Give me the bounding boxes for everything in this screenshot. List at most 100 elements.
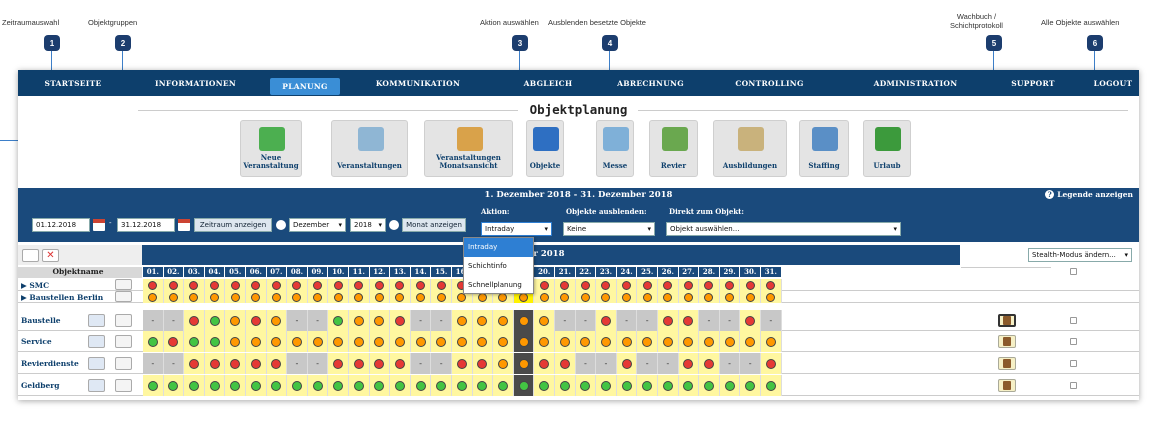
day-cell[interactable]	[555, 375, 576, 396]
day-cell[interactable]	[761, 279, 782, 291]
day-cell[interactable]	[369, 353, 391, 374]
day-cell[interactable]	[307, 331, 329, 352]
magnify-icon[interactable]	[115, 291, 132, 302]
day-cell[interactable]	[534, 291, 555, 303]
day-cell[interactable]	[616, 353, 638, 374]
nav-administration[interactable]: ADMINISTRATION	[868, 70, 963, 96]
day-cell[interactable]	[328, 279, 349, 291]
day-cell[interactable]	[349, 279, 370, 291]
cube-icon[interactable]	[88, 335, 105, 348]
day-cell[interactable]	[369, 279, 391, 291]
day-cell[interactable]	[266, 291, 288, 303]
day-cell[interactable]: -	[163, 310, 185, 331]
day-cell[interactable]	[596, 331, 617, 352]
magnify-icon[interactable]	[115, 314, 132, 327]
day-cell[interactable]	[493, 331, 514, 352]
day-cell[interactable]	[699, 291, 720, 303]
day-cell[interactable]	[225, 310, 246, 331]
logbook-icon[interactable]	[998, 335, 1016, 348]
logbook-icon[interactable]	[998, 314, 1016, 327]
day-cell[interactable]	[555, 291, 576, 303]
day-cell[interactable]	[266, 279, 288, 291]
tile-grid[interactable]: Messe	[596, 120, 634, 177]
day-cell[interactable]	[534, 375, 555, 396]
day-cell[interactable]	[555, 331, 576, 352]
row-label[interactable]: Geldberg	[21, 381, 59, 390]
view-icon[interactable]	[22, 249, 39, 262]
day-cell[interactable]	[410, 279, 432, 291]
date-from-input[interactable]: 01.12.2018	[32, 218, 90, 232]
day-cell[interactable]	[184, 310, 205, 331]
day-cell[interactable]	[637, 291, 658, 303]
row-label[interactable]: Revierdienste	[21, 359, 79, 368]
day-cell[interactable]	[699, 279, 720, 291]
day-cell[interactable]	[616, 291, 638, 303]
magnify-icon[interactable]	[115, 379, 132, 392]
nav-abgleich[interactable]: ABGLEICH	[518, 70, 578, 96]
logbook-icon[interactable]	[998, 379, 1016, 392]
day-cell[interactable]	[410, 291, 432, 303]
dropdown-option[interactable]: Schichtinfo	[464, 257, 533, 276]
day-cell[interactable]	[472, 353, 494, 374]
day-cell[interactable]	[184, 331, 205, 352]
tile-blueprint[interactable]: Veranstaltungen	[331, 120, 408, 177]
day-cell[interactable]	[761, 375, 782, 396]
day-cell[interactable]	[246, 375, 267, 396]
day-cell[interactable]	[390, 310, 411, 331]
day-cell[interactable]	[740, 279, 761, 291]
day-cell[interactable]	[534, 353, 555, 374]
day-cell[interactable]	[719, 279, 741, 291]
day-cell[interactable]	[452, 310, 473, 331]
day-cell[interactable]	[143, 279, 164, 291]
day-cell[interactable]	[225, 331, 246, 352]
day-cell[interactable]	[596, 310, 617, 331]
day-cell[interactable]: -	[410, 353, 432, 374]
day-cell[interactable]: -	[163, 353, 185, 374]
day-cell[interactable]	[143, 291, 164, 303]
day-cell[interactable]	[204, 310, 226, 331]
day-cell[interactable]	[163, 375, 185, 396]
nav-planung[interactable]: PLANUNG	[270, 78, 340, 95]
day-cell[interactable]	[719, 375, 741, 396]
day-cell[interactable]	[390, 291, 411, 303]
day-cell[interactable]	[328, 310, 349, 331]
day-cell[interactable]	[204, 291, 226, 303]
tile-cube[interactable]: Objekte	[526, 120, 564, 177]
day-cell[interactable]	[616, 279, 638, 291]
day-cell[interactable]	[575, 331, 597, 352]
show-period-button[interactable]: Zeitraum anzeigen	[194, 218, 272, 232]
day-cell[interactable]	[246, 279, 267, 291]
day-cell[interactable]	[307, 291, 329, 303]
day-cell[interactable]	[513, 331, 535, 352]
day-cell[interactable]	[493, 353, 514, 374]
day-cell[interactable]	[740, 310, 761, 331]
day-cell[interactable]	[143, 375, 164, 396]
day-cell[interactable]	[596, 279, 617, 291]
day-cell[interactable]	[678, 310, 700, 331]
day-cell[interactable]: -	[719, 353, 741, 374]
direct-object-select[interactable]: Objekt auswählen...	[666, 222, 901, 236]
day-cell[interactable]	[513, 353, 535, 374]
day-cell[interactable]	[349, 291, 370, 303]
day-cell[interactable]	[184, 279, 205, 291]
day-cell[interactable]	[369, 310, 391, 331]
day-cell[interactable]	[287, 291, 308, 303]
stealth-mode-select[interactable]: Stealth-Modus ändern...	[1028, 248, 1132, 262]
day-cell[interactable]	[452, 375, 473, 396]
month-select[interactable]: Dezember	[289, 218, 346, 232]
dropdown-option[interactable]: Intraday	[464, 238, 533, 257]
day-cell[interactable]	[184, 353, 205, 374]
day-cell[interactable]	[287, 279, 308, 291]
day-cell[interactable]	[246, 291, 267, 303]
day-cell[interactable]	[472, 331, 494, 352]
day-cell[interactable]	[349, 353, 370, 374]
day-cell[interactable]	[204, 375, 226, 396]
row-checkbox[interactable]	[1070, 317, 1077, 324]
day-cell[interactable]	[452, 353, 473, 374]
day-cell[interactable]	[493, 375, 514, 396]
day-cell[interactable]	[534, 310, 555, 331]
day-cell[interactable]	[472, 310, 494, 331]
calendar-icon[interactable]	[93, 219, 105, 231]
day-cell[interactable]	[349, 310, 370, 331]
day-cell[interactable]	[225, 279, 246, 291]
